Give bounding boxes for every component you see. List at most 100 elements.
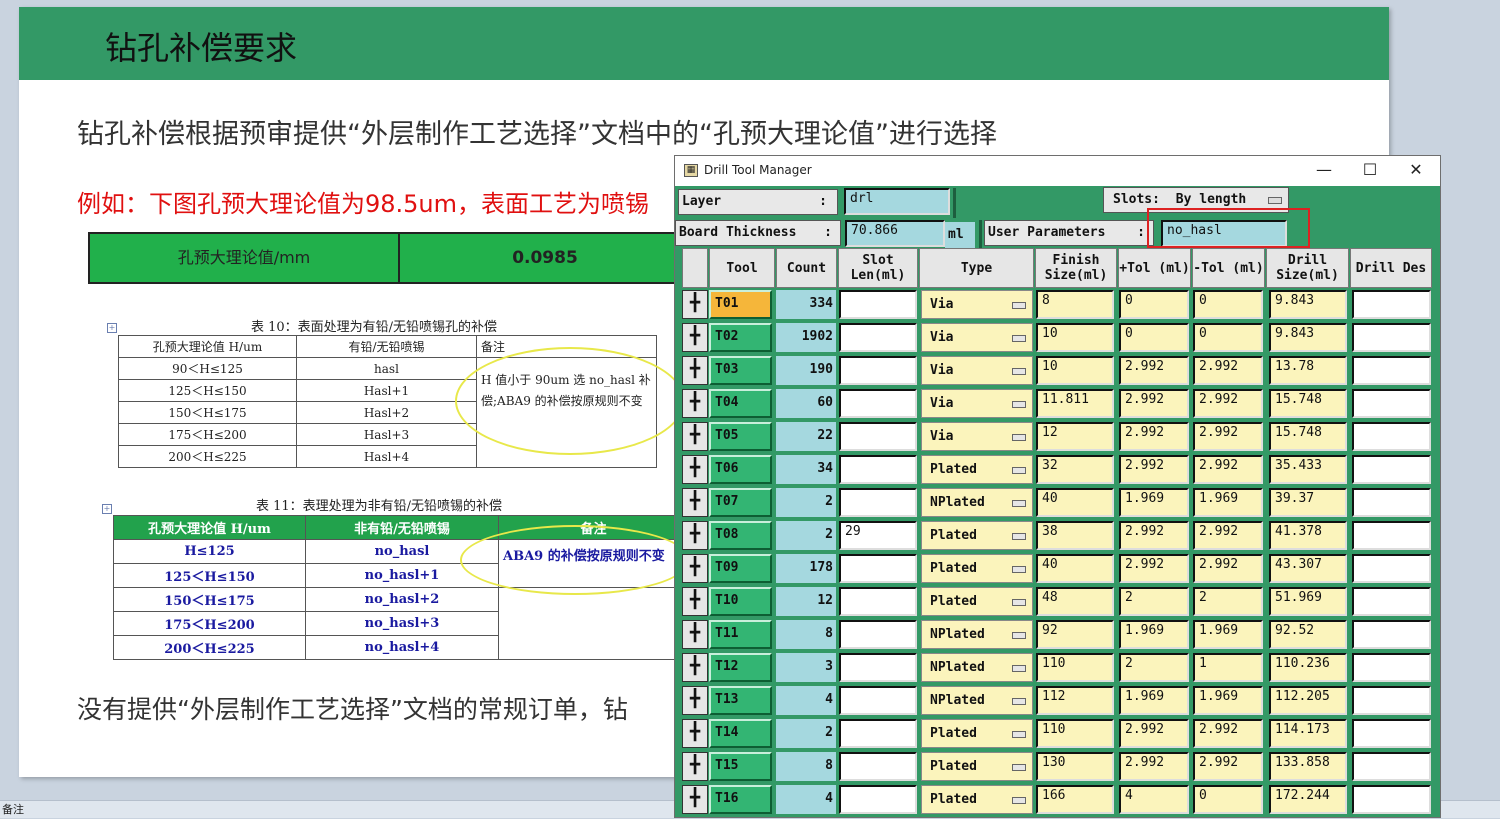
type-dropdown[interactable]: NPlated	[921, 686, 1033, 715]
type-dropdown[interactable]: Plated	[921, 752, 1033, 781]
minus-tol-field[interactable]: 2.992	[1193, 719, 1263, 748]
drill-des-field[interactable]	[1352, 785, 1431, 814]
finish-size-field[interactable]: 40	[1036, 554, 1114, 583]
slot-len-field[interactable]	[839, 455, 917, 484]
drill-des-field[interactable]	[1352, 389, 1431, 418]
drill-size-field[interactable]: 110.236	[1269, 653, 1347, 682]
minus-tol-field[interactable]: 2.992	[1193, 752, 1263, 781]
plus-tol-field[interactable]: 2.992	[1119, 356, 1189, 385]
type-dropdown[interactable]: Plated	[921, 455, 1033, 484]
plus-tol-field[interactable]: 1.969	[1119, 488, 1189, 517]
slot-len-field[interactable]	[839, 422, 917, 451]
drill-des-field[interactable]	[1352, 422, 1431, 451]
finish-size-field[interactable]: 11.811	[1036, 389, 1114, 418]
slot-len-field[interactable]	[839, 719, 917, 748]
slot-len-field[interactable]	[839, 488, 917, 517]
tool-button[interactable]: T13	[709, 686, 772, 715]
finish-size-field[interactable]: 38	[1036, 521, 1114, 550]
type-dropdown[interactable]: Via	[921, 323, 1033, 352]
expand-toggle-icon[interactable]: ╋	[682, 488, 708, 517]
finish-size-field[interactable]: 48	[1036, 587, 1114, 616]
expand-toggle-icon[interactable]: ╋	[682, 290, 708, 319]
minus-tol-field[interactable]: 1.969	[1193, 686, 1263, 715]
drill-size-field[interactable]: 15.748	[1269, 422, 1347, 451]
minus-tol-field[interactable]: 1.969	[1193, 620, 1263, 649]
slot-len-field[interactable]	[839, 653, 917, 682]
tool-button[interactable]: T06	[709, 455, 772, 484]
slot-len-field[interactable]	[839, 752, 917, 781]
drill-des-field[interactable]	[1352, 719, 1431, 748]
slot-len-field[interactable]	[839, 389, 917, 418]
plus-tol-field[interactable]: 2.992	[1119, 554, 1189, 583]
tool-button[interactable]: T05	[709, 422, 772, 451]
drill-size-field[interactable]: 133.858	[1269, 752, 1347, 781]
expand-toggle-icon[interactable]: ╋	[682, 686, 708, 715]
drill-size-field[interactable]: 41.378	[1269, 521, 1347, 550]
layer-label-button[interactable]: Layer:	[678, 189, 838, 215]
drill-des-field[interactable]	[1352, 521, 1431, 550]
plus-tol-field[interactable]: 2.992	[1119, 422, 1189, 451]
minus-tol-field[interactable]: 1.969	[1193, 488, 1263, 517]
expand-toggle-icon[interactable]: ╋	[682, 521, 708, 550]
plus-tol-field[interactable]: 4	[1119, 785, 1189, 814]
drill-des-field[interactable]	[1352, 554, 1431, 583]
minus-tol-field[interactable]: 2.992	[1193, 356, 1263, 385]
close-button[interactable]: ✕	[1393, 159, 1439, 183]
expand-toggle-icon[interactable]: ╋	[682, 323, 708, 352]
plus-tol-field[interactable]: 2.992	[1119, 389, 1189, 418]
type-dropdown[interactable]: NPlated	[921, 653, 1033, 682]
drill-des-field[interactable]	[1352, 752, 1431, 781]
slot-len-field[interactable]	[839, 323, 917, 352]
tool-button[interactable]: T03	[709, 356, 772, 385]
minus-tol-field[interactable]: 2.992	[1193, 521, 1263, 550]
type-dropdown[interactable]: NPlated	[921, 620, 1033, 649]
finish-size-field[interactable]: 112	[1036, 686, 1114, 715]
finish-size-field[interactable]: 10	[1036, 323, 1114, 352]
tool-button[interactable]: T09	[709, 554, 772, 583]
user-parameters-button[interactable]: User Parameters:	[984, 220, 1154, 246]
drill-size-field[interactable]: 9.843	[1269, 290, 1347, 319]
slot-len-field[interactable]	[839, 686, 917, 715]
plus-tol-field[interactable]: 0	[1119, 323, 1189, 352]
type-dropdown[interactable]: Plated	[921, 785, 1033, 814]
type-dropdown[interactable]: Plated	[921, 719, 1033, 748]
drill-size-field[interactable]: 13.78	[1269, 356, 1347, 385]
user-parameters-field[interactable]: no_hasl	[1161, 220, 1287, 247]
tool-button[interactable]: T08	[709, 521, 772, 550]
plus-tol-field[interactable]: 2	[1119, 587, 1189, 616]
minus-tol-field[interactable]: 0	[1193, 785, 1263, 814]
drill-des-field[interactable]	[1352, 356, 1431, 385]
minus-tol-field[interactable]: 1	[1193, 653, 1263, 682]
finish-size-field[interactable]: 40	[1036, 488, 1114, 517]
drill-des-field[interactable]	[1352, 587, 1431, 616]
slot-len-field[interactable]: 29	[839, 521, 917, 550]
minimize-button[interactable]: —	[1301, 159, 1347, 183]
drill-size-field[interactable]: 114.173	[1269, 719, 1347, 748]
minus-tol-field[interactable]: 0	[1193, 290, 1263, 319]
expand-toggle-icon[interactable]: ╋	[682, 620, 708, 649]
title-bar[interactable]: ▦ Drill Tool Manager — ☐ ✕	[675, 156, 1440, 186]
minus-tol-field[interactable]: 2	[1193, 587, 1263, 616]
tool-button[interactable]: T11	[709, 620, 772, 649]
tool-button[interactable]: T14	[709, 719, 772, 748]
drill-size-field[interactable]: 43.307	[1269, 554, 1347, 583]
finish-size-field[interactable]: 92	[1036, 620, 1114, 649]
drill-size-field[interactable]: 39.37	[1269, 488, 1347, 517]
expand-toggle-icon[interactable]: ╋	[682, 719, 708, 748]
drill-des-field[interactable]	[1352, 686, 1431, 715]
slot-len-field[interactable]	[839, 554, 917, 583]
minus-tol-field[interactable]: 0	[1193, 323, 1263, 352]
plus-tol-field[interactable]: 1.969	[1119, 620, 1189, 649]
drill-des-field[interactable]	[1352, 455, 1431, 484]
tool-button[interactable]: T12	[709, 653, 772, 682]
type-dropdown[interactable]: Via	[921, 422, 1033, 451]
slot-len-field[interactable]	[839, 356, 917, 385]
type-dropdown[interactable]: Plated	[921, 521, 1033, 550]
finish-size-field[interactable]: 166	[1036, 785, 1114, 814]
finish-size-field[interactable]: 32	[1036, 455, 1114, 484]
expand-toggle-icon[interactable]: ╋	[682, 356, 708, 385]
expand-toggle-icon[interactable]: ╋	[682, 752, 708, 781]
drill-des-field[interactable]	[1352, 620, 1431, 649]
drill-size-field[interactable]: 172.244	[1269, 785, 1347, 814]
expand-toggle-icon[interactable]: ╋	[682, 785, 708, 814]
